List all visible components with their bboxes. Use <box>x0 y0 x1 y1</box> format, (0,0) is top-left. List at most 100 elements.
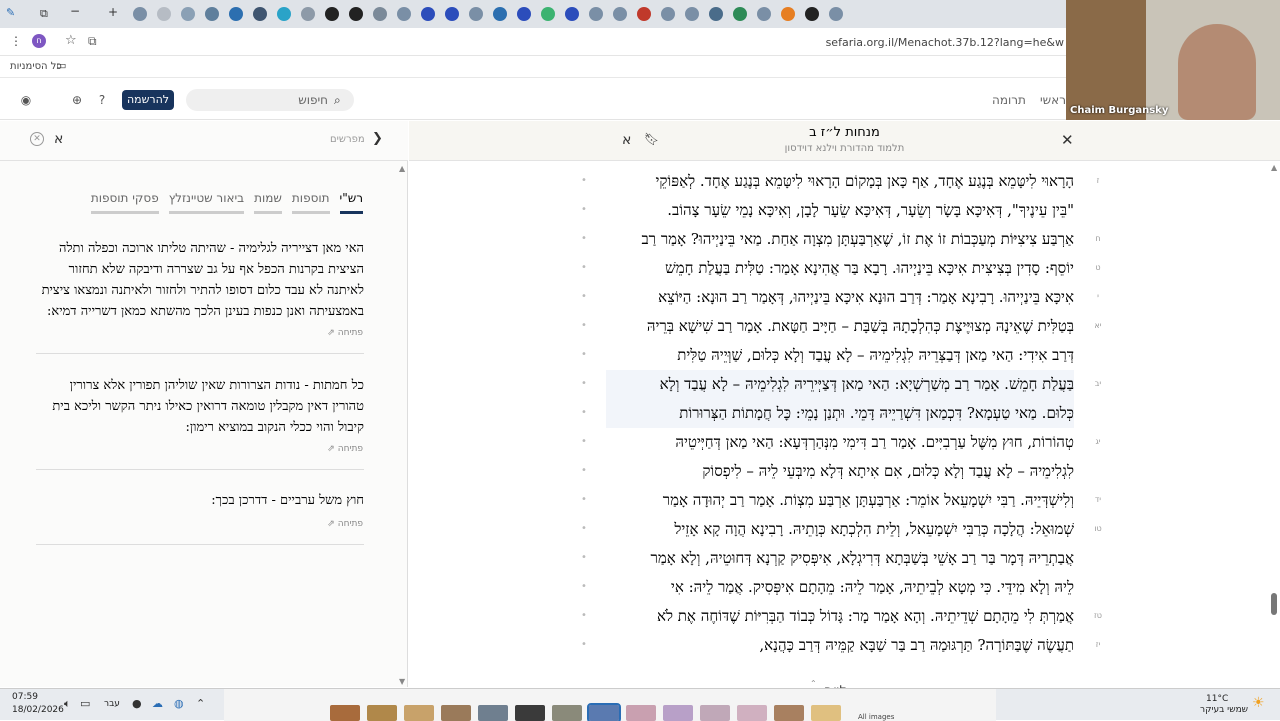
image-thumbnail[interactable] <box>441 705 471 721</box>
nav-home[interactable]: ראשי <box>1040 93 1066 107</box>
open-link-3[interactable]: ⇗ פתיחה <box>327 519 363 529</box>
text-line[interactable]: יוֹסֵף: סָדִין בְּצִיצִית אִיכָּא בֵּינַ… <box>606 254 1074 283</box>
text-line[interactable]: הָרָאוּי לִיטָּמֵא בְּנֶגַע אֶחָד, אַף כ… <box>606 167 1074 196</box>
signup-button[interactable]: להרשמה <box>122 90 174 110</box>
browser-tab-favicon-icon[interactable] <box>805 7 819 21</box>
browser-tab-favicon-icon[interactable] <box>277 7 291 21</box>
scroll-down-icon[interactable]: ▼ <box>399 677 405 686</box>
text-line[interactable]: בְּטַלִּית שֶׁאֵינָהּ מְצוּיֶּיצֶת כְּהִ… <box>606 312 1074 341</box>
profile-avatar[interactable]: ח <box>32 34 46 48</box>
browser-tab-favicon-icon[interactable] <box>157 7 171 21</box>
tray-app-icon[interactable]: ◍ <box>174 697 184 710</box>
browser-tab-favicon-icon[interactable] <box>613 7 627 21</box>
help-icon[interactable]: ? <box>95 93 109 107</box>
cloud-icon[interactable]: ☁ <box>152 697 163 710</box>
browser-tab-favicon-icon[interactable] <box>205 7 219 21</box>
menu-dots-icon[interactable]: ⋮ <box>10 34 22 48</box>
scrollbar[interactable]: ▲ <box>1270 121 1278 687</box>
open-link-1[interactable]: ⇗ פתיחה <box>327 328 363 338</box>
browser-tab-favicon-icon[interactable] <box>757 7 771 21</box>
browser-tab-favicon-icon[interactable] <box>589 7 603 21</box>
image-thumbnail[interactable] <box>404 705 434 721</box>
image-thumbnail[interactable] <box>330 705 360 721</box>
segment-number[interactable]: ז <box>1091 176 1105 185</box>
browser-tab-favicon-icon[interactable] <box>517 7 531 21</box>
scrollbar-thumb[interactable] <box>1271 593 1277 615</box>
image-thumbnail[interactable] <box>367 705 397 721</box>
maximize-icon[interactable]: ⧉ <box>40 7 48 21</box>
bookmark-star-icon[interactable]: ☆ <box>65 33 77 48</box>
text-line[interactable]: אַרְבַּע צִיצִיּוֹת מְעַכְּבוֹת זוֹ אֶת … <box>606 225 1074 254</box>
browser-tab-favicon-icon[interactable] <box>229 7 243 21</box>
browser-tab-favicon-icon[interactable] <box>565 7 579 21</box>
address-bar[interactable]: sefaria.org.il/Menachot.37b.12?lang=he&w <box>826 36 1064 49</box>
segment-number[interactable]: י <box>1091 292 1105 301</box>
text-line[interactable]: בַּעֲלַת חָמֵשׁ. אָמַר רַב מְשַׁרְשְׁיָא… <box>606 370 1074 399</box>
text-line[interactable]: וְלִישְׁדְּיֵיהּ. רַבִּי יִשְׁמָעֵאל אוֹ… <box>606 486 1074 515</box>
segment-number[interactable]: יד <box>1091 495 1105 504</box>
browser-tab-favicon-icon[interactable] <box>493 7 507 21</box>
chevron-up-icon[interactable]: ⌃ <box>196 697 205 710</box>
image-thumbnail[interactable] <box>663 705 693 721</box>
browser-tab-favicon-icon[interactable] <box>709 7 723 21</box>
browser-tab-favicon-icon[interactable] <box>301 7 315 21</box>
commentators-label[interactable]: מפרשים <box>330 134 365 145</box>
image-thumbnail[interactable] <box>811 705 841 721</box>
browser-tab-favicon-icon[interactable] <box>781 7 795 21</box>
network-icon[interactable]: ▭ <box>80 697 90 710</box>
segment-number[interactable]: ט <box>1091 263 1105 272</box>
close-circle-icon[interactable]: ✕ <box>30 132 44 146</box>
globe-icon[interactable]: ⊕ <box>70 93 84 107</box>
browser-tab-favicon-icon[interactable] <box>685 7 699 21</box>
image-thumbnail[interactable] <box>737 705 767 721</box>
scroll-up-icon[interactable]: ▲ <box>1271 163 1277 172</box>
all-bookmarks[interactable]: כל הסימניות <box>10 61 62 72</box>
tab-tosafot[interactable]: תוספות <box>291 191 330 214</box>
tab-piskei-tosafot[interactable]: פסקי תוספות <box>90 191 159 214</box>
browser-tab-favicon-icon[interactable] <box>661 7 675 21</box>
image-thumbnail[interactable] <box>515 705 545 721</box>
speaker-icon[interactable]: 🔈︎ <box>64 697 71 711</box>
search-input[interactable]: חיפוש <box>186 89 354 111</box>
browser-tab-favicon-icon[interactable] <box>181 7 195 21</box>
tab-steinsaltz[interactable]: ביאור שטיינזלץ <box>168 191 245 214</box>
text-line[interactable]: טְהוֹרוֹת, חוּץ מִשֶּׁל עַרְבִיִּים. אָמ… <box>606 428 1074 457</box>
browser-tab-favicon-icon[interactable] <box>733 7 747 21</box>
browser-tab-favicon-icon[interactable] <box>325 7 339 21</box>
image-thumbnail[interactable] <box>552 705 582 721</box>
image-thumbnail[interactable] <box>478 705 508 721</box>
text-line[interactable]: "בֵּין עֵינֶיךָ", דְּאִיכָּא בָּשָׂר וְש… <box>606 196 1074 225</box>
scroll-up-icon[interactable]: ▲ <box>399 164 407 173</box>
new-tab-icon[interactable]: + <box>108 5 118 19</box>
open-link-2[interactable]: ⇗ פתיחה <box>327 444 363 454</box>
collapse-icon[interactable]: ⌃ <box>810 679 817 688</box>
text-line[interactable]: אֲבַתְרֵיהּ דְּמָר בַּר רַב אָשֵׁי בְּשַ… <box>606 544 1074 573</box>
browser-tab-favicon-icon[interactable] <box>373 7 387 21</box>
image-thumbnail[interactable] <box>700 705 730 721</box>
image-thumbnail[interactable] <box>626 705 656 721</box>
share-icon[interactable]: ⧉ <box>88 34 97 49</box>
segment-number[interactable]: ח <box>1091 234 1105 243</box>
browser-tab-favicon-icon[interactable] <box>397 7 411 21</box>
browser-tab-favicon-icon[interactable] <box>469 7 483 21</box>
text-line[interactable]: לֵיהּ וְלָא מִידֵּי. כִּי מְטָא לְבֵיתֵי… <box>606 573 1074 602</box>
browser-tab-favicon-icon[interactable] <box>541 7 555 21</box>
image-thumbnail[interactable] <box>774 705 804 721</box>
segment-number[interactable]: יב <box>1091 379 1105 388</box>
image-thumbnail[interactable] <box>587 703 621 721</box>
segment-number[interactable]: טו <box>1091 524 1105 533</box>
text-line[interactable]: תַעֲשֶׂה שֶׁבַּתּוֹרָה? תַּרְגּוּמַהּ רַ… <box>606 631 1074 660</box>
browser-tab-favicon-icon[interactable] <box>253 7 267 21</box>
user-icon[interactable]: ◉ <box>19 93 33 107</box>
segment-number[interactable]: טז <box>1091 611 1105 620</box>
language-toggle[interactable]: א <box>54 131 63 147</box>
segment-number[interactable]: יז <box>1091 640 1105 649</box>
nav-donate[interactable]: תרומה <box>992 93 1026 107</box>
close-icon[interactable]: ✕ <box>1061 131 1074 149</box>
browser-tab-favicon-icon[interactable] <box>829 7 843 21</box>
minimize-icon[interactable]: − <box>70 4 80 18</box>
segment-number[interactable]: יג <box>1091 437 1105 446</box>
tab-shemot[interactable]: שמות <box>254 191 282 214</box>
tab-search-icon[interactable]: ✎ <box>6 6 15 19</box>
browser-tab-favicon-icon[interactable] <box>349 7 363 21</box>
